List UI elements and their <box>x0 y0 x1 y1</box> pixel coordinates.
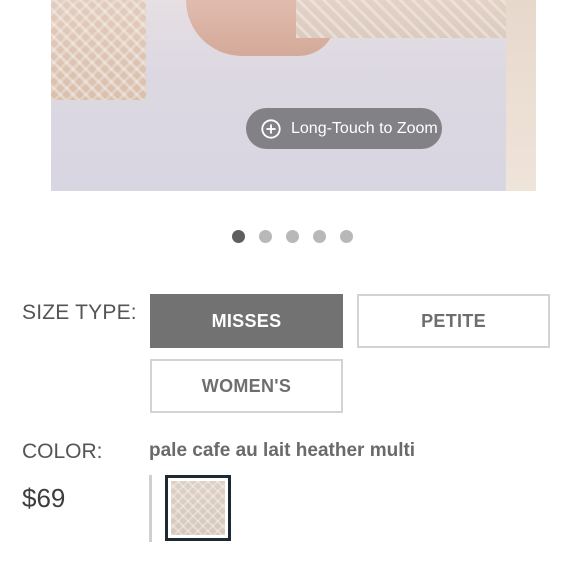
zoom-hint-pill: Long-Touch to Zoom <box>246 108 442 149</box>
background-strip <box>506 0 536 191</box>
gallery-dot-5[interactable] <box>340 230 353 243</box>
sweater-hem-texture <box>296 0 516 38</box>
color-swatch-selected[interactable] <box>165 475 231 541</box>
gallery-pagination <box>232 230 353 243</box>
gallery-dot-4[interactable] <box>313 230 326 243</box>
size-petite-button[interactable]: PETITE <box>357 294 550 348</box>
product-image[interactable]: Long-Touch to Zoom <box>51 0 536 191</box>
size-womens-button[interactable]: WOMEN'S <box>150 359 343 413</box>
swatch-divider <box>149 475 152 542</box>
color-swatch-image <box>171 481 225 535</box>
zoom-hint-text: Long-Touch to Zoom <box>291 119 438 137</box>
gallery-dot-2[interactable] <box>259 230 272 243</box>
size-misses-button[interactable]: MISSES <box>150 294 343 348</box>
gallery-dot-1[interactable] <box>232 230 245 243</box>
selected-color-name: pale cafe au lait heather multi <box>149 440 416 461</box>
gallery-dot-3[interactable] <box>286 230 299 243</box>
product-price: $69 <box>22 483 66 513</box>
size-type-label: SIZE TYPE: <box>22 301 137 324</box>
plus-circle-icon <box>261 118 281 139</box>
sweater-sleeve-texture <box>51 0 146 100</box>
color-label: COLOR: <box>22 440 103 463</box>
